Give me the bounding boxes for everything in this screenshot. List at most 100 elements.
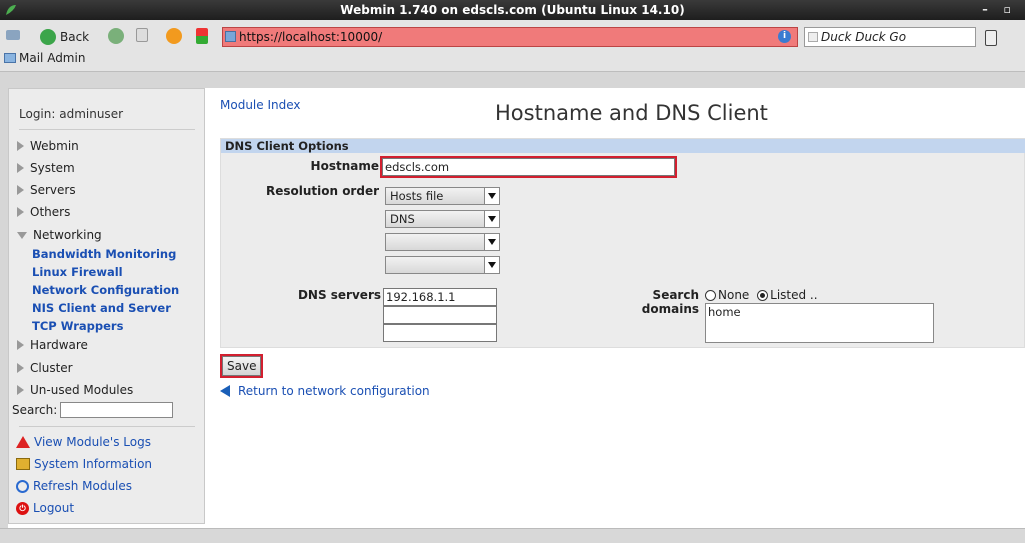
forward-icon[interactable] — [108, 28, 124, 44]
return-link-label: Return to network configuration — [238, 384, 430, 398]
search-engine-icon — [808, 32, 818, 42]
chevron-down-icon — [484, 234, 499, 250]
app-icon — [4, 3, 18, 17]
action-label: View Module's Logs — [34, 435, 151, 449]
back-label: Back — [60, 30, 90, 44]
window-title: Webmin 1.740 on edscls.com (Ubuntu Linux… — [340, 3, 685, 17]
browser-toolbar: Back https://localhost:10000/ i Duck Duc… — [0, 20, 1025, 72]
category-unused-modules[interactable]: Un-used Modules — [17, 383, 133, 397]
action-label: System Information — [34, 457, 153, 471]
radio-none-control — [705, 290, 716, 301]
radio-listed-control — [757, 290, 769, 301]
nav-row: Back https://localhost:10000/ i Duck Duc… — [0, 24, 1025, 48]
chevron-down-icon — [484, 257, 499, 273]
system-info-icon — [16, 458, 30, 470]
expand-icon — [17, 185, 24, 195]
resolution-select-3[interactable] — [385, 233, 500, 251]
category-label: Hardware — [30, 338, 88, 352]
category-networking[interactable]: Networking — [17, 228, 102, 242]
section-header: DNS Client Options — [221, 139, 1025, 153]
resolution-order-label: Resolution order — [265, 184, 379, 198]
logout-icon: ⏻ — [16, 501, 29, 515]
warning-icon — [16, 436, 30, 448]
category-label: Others — [30, 205, 71, 219]
category-webmin[interactable]: Webmin — [17, 139, 79, 153]
category-system[interactable]: System — [17, 161, 75, 175]
expand-icon — [17, 385, 24, 395]
trash-icon[interactable] — [985, 30, 997, 46]
action-label: Refresh Modules — [33, 479, 133, 493]
bookmark-mail-admin[interactable]: Mail Admin — [19, 46, 85, 70]
chevron-down-icon — [484, 188, 499, 204]
page-title: Hostname and DNS Client — [495, 101, 768, 125]
category-label: Un-used Modules — [30, 383, 134, 397]
refresh-icon — [16, 479, 29, 493]
left-sidebar: Login: adminuser Webmin System Servers O… — [8, 88, 205, 524]
window-controls[interactable]: – ▫ — [982, 0, 1017, 20]
resolution-select-2[interactable]: DNS — [385, 210, 500, 228]
action-label: Logout — [33, 501, 75, 515]
category-label: System — [30, 161, 75, 175]
back-icon — [40, 29, 56, 45]
bookmark-bar: Mail Admin — [0, 46, 1025, 70]
dns-servers-label: DNS servers — [297, 288, 381, 302]
return-network-config-link[interactable]: Return to network configuration — [220, 384, 430, 398]
resolution-select-4[interactable] — [385, 256, 500, 274]
category-label: Cluster — [30, 361, 73, 375]
radio-listed[interactable]: Listed .. — [753, 288, 818, 302]
link-linux-firewall[interactable]: Linux Firewall — [32, 265, 123, 279]
home-arrow-icon[interactable] — [6, 30, 20, 40]
refresh-modules-link[interactable]: Refresh Modules — [16, 479, 132, 493]
search-label: Search: — [12, 403, 58, 417]
hostname-input[interactable]: edscls.com — [380, 156, 677, 178]
category-servers[interactable]: Servers — [17, 183, 76, 197]
expand-icon — [17, 340, 24, 350]
dns-client-form: DNS Client Options Hostname edscls.com R… — [220, 138, 1025, 348]
main-panel: Module Index Hostname and DNS Client DNS… — [219, 88, 1025, 528]
url-text: https://localhost:10000/ — [239, 30, 383, 44]
radio-none-label: None — [718, 288, 750, 302]
select-value: Hosts file — [390, 189, 444, 203]
reload-icon[interactable] — [166, 28, 182, 44]
login-label: Login: adminuser — [19, 107, 124, 121]
category-label: Servers — [30, 183, 76, 197]
sidebar-divider — [19, 426, 195, 427]
search-engine-box[interactable]: Duck Duck Go — [804, 27, 976, 47]
status-bar — [0, 528, 1025, 543]
dns-server-input-2[interactable] — [383, 306, 497, 324]
stop-icon[interactable] — [136, 28, 148, 42]
link-tcp-wrappers[interactable]: TCP Wrappers — [32, 319, 123, 333]
hostname-label: Hostname — [310, 159, 379, 173]
category-cluster[interactable]: Cluster — [17, 361, 73, 375]
back-button[interactable]: Back — [40, 27, 89, 47]
view-module-logs-link[interactable]: View Module's Logs — [16, 435, 151, 449]
module-search-input[interactable] — [60, 402, 174, 418]
system-information-link[interactable]: System Information — [16, 457, 152, 471]
chevron-down-icon — [484, 211, 499, 227]
info-icon[interactable]: i — [778, 30, 791, 43]
search-domains-radios: None Listed .. — [705, 288, 818, 302]
radio-none[interactable]: None — [705, 288, 749, 302]
back-arrow-icon — [220, 385, 230, 397]
logout-link[interactable]: ⏻ Logout — [16, 501, 74, 515]
category-hardware[interactable]: Hardware — [17, 338, 88, 352]
collapse-icon — [17, 231, 27, 239]
url-bar[interactable]: https://localhost:10000/ — [222, 27, 798, 47]
expand-icon — [17, 363, 24, 373]
mail-admin-icon — [4, 53, 16, 63]
category-others[interactable]: Others — [17, 205, 70, 219]
search-domains-textarea[interactable]: home — [705, 303, 934, 343]
site-icon — [225, 31, 236, 42]
expand-icon — [17, 141, 24, 151]
dns-server-input-3[interactable] — [383, 324, 497, 342]
link-network-configuration[interactable]: Network Configuration — [32, 283, 179, 297]
category-label: Webmin — [30, 139, 79, 153]
download-icon[interactable] — [196, 28, 208, 44]
save-button[interactable]: Save — [219, 354, 264, 378]
link-bandwidth-monitoring[interactable]: Bandwidth Monitoring — [32, 247, 176, 261]
link-nis-client-server[interactable]: NIS Client and Server — [32, 301, 171, 315]
radio-listed-label: Listed .. — [770, 288, 818, 302]
resolution-select-1[interactable]: Hosts file — [385, 187, 500, 205]
module-index-link[interactable]: Module Index — [220, 98, 300, 112]
dns-server-input-1[interactable]: 192.168.1.1 — [383, 288, 497, 306]
